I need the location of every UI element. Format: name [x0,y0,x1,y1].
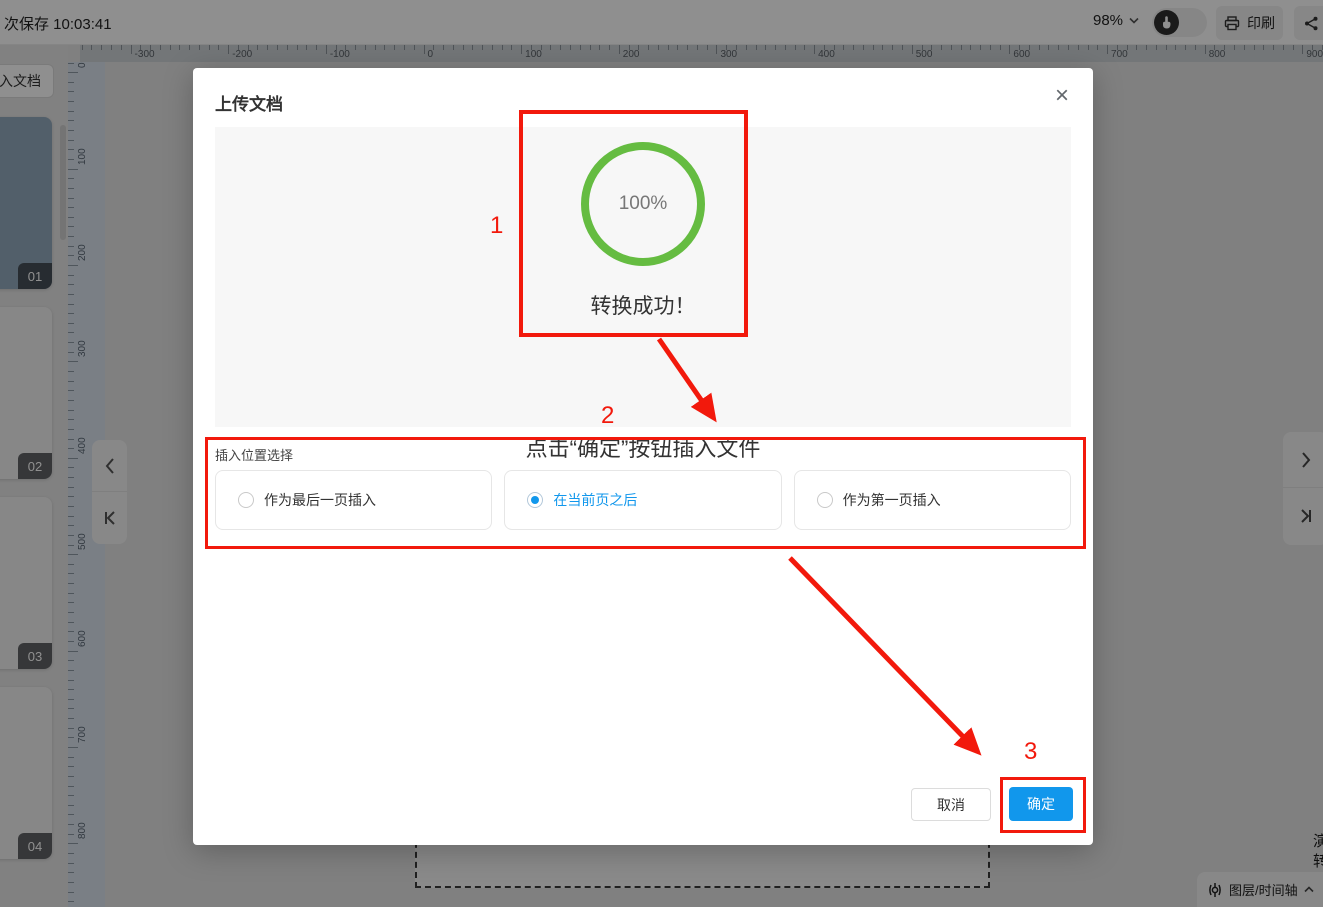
upload-document-dialog: 上传文档 × 100% 转换成功！ 点击“确定”按钮插入文件 插入位置选择 作为… [193,68,1093,845]
cancel-button[interactable]: 取消 [911,788,991,821]
conversion-result-panel: 100% 转换成功！ [215,127,1071,427]
option-insert-as-last-page[interactable]: 作为最后一页插入 [215,470,492,530]
close-icon[interactable]: × [1055,84,1069,108]
progress-ring: 100% [581,142,705,266]
option-label: 作为最后一页插入 [264,490,376,510]
dialog-title: 上传文档 [215,90,283,115]
radio-icon[interactable] [817,492,833,508]
conversion-status-text: 转换成功！ [215,290,1071,320]
option-insert-as-first-page[interactable]: 作为第一页插入 [794,470,1071,530]
radio-icon[interactable] [238,492,254,508]
insert-position-options: 作为最后一页插入 在当前页之后 作为第一页插入 [215,470,1071,530]
option-insert-after-current-page[interactable]: 在当前页之后 [504,470,781,530]
option-label: 在当前页之后 [553,490,637,510]
confirm-hint-text: 点击“确定”按钮插入文件 [193,431,1093,463]
insert-position-label: 插入位置选择 [215,445,293,464]
confirm-button[interactable]: 确定 [1009,787,1073,821]
option-label: 作为第一页插入 [843,490,941,510]
progress-percent: 100% [619,193,668,215]
radio-selected-icon[interactable] [527,492,543,508]
